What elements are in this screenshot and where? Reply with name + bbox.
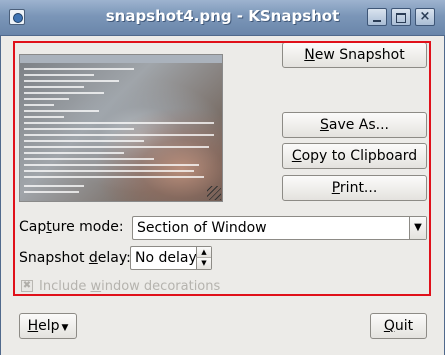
preview-terminal-titlebar: [20, 55, 222, 63]
save-as-button[interactable]: Save As...: [282, 112, 427, 138]
snapshot-delay-value: No delay: [135, 250, 197, 266]
quit-button[interactable]: Quit: [370, 313, 427, 339]
resize-grip-icon: [207, 186, 221, 200]
snapshot-delay-spinbox[interactable]: No delay ▲ ▼: [130, 246, 212, 270]
close-icon: ×: [419, 9, 431, 24]
new-snapshot-button[interactable]: New Snapshot: [282, 42, 427, 68]
title-bar[interactable]: snapshot4.png - KSnapshot ×: [0, 0, 445, 36]
minimize-button[interactable]: [367, 8, 387, 26]
dropdown-arrow-icon: ▼: [61, 323, 69, 333]
ksnapshot-window: snapshot4.png - KSnapshot × New Snapshot…: [0, 0, 445, 355]
print-button[interactable]: Print...: [282, 175, 427, 201]
include-decorations-label: Include window decorations: [39, 279, 221, 294]
spin-down-icon[interactable]: ▼: [196, 258, 211, 269]
help-button[interactable]: Help ▼: [19, 313, 77, 339]
snapshot-delay-label: Snapshot delay:: [19, 250, 131, 266]
snapshot-preview[interactable]: [19, 54, 223, 202]
capture-mode-select[interactable]: Section of Window ▼: [132, 216, 427, 240]
include-decorations-checkbox[interactable]: ✖: [21, 280, 33, 292]
chevron-down-icon[interactable]: ▼: [409, 217, 426, 239]
close-button[interactable]: ×: [415, 8, 435, 26]
spin-up-icon[interactable]: ▲: [196, 247, 211, 258]
capture-mode-value: Section of Window: [137, 220, 267, 236]
maximize-button[interactable]: [391, 8, 411, 26]
copy-to-clipboard-button[interactable]: Copy to Clipboard: [282, 143, 427, 169]
capture-mode-label: Capture mode:: [19, 219, 124, 235]
